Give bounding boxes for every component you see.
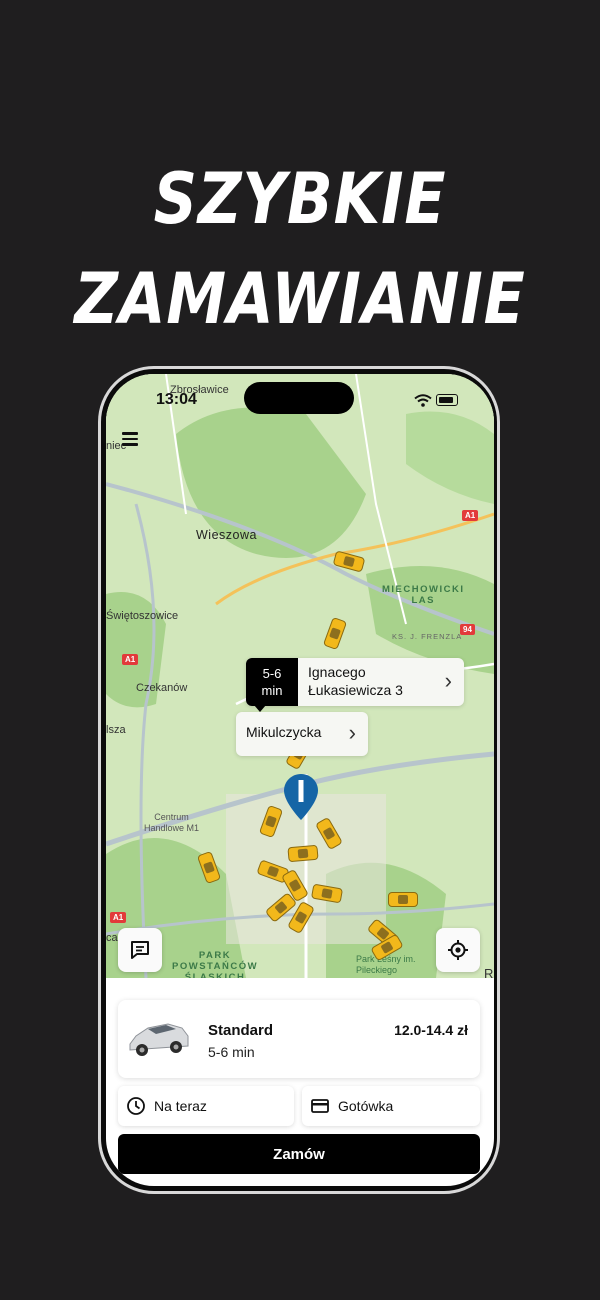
ride-eta: 5-6 min xyxy=(208,1044,255,1060)
payment-option-label: Gotówka xyxy=(338,1098,394,1114)
status-time: 13:04 xyxy=(156,391,197,408)
map-label-ca: ca xyxy=(106,932,118,944)
promo-headline-line1: SZYBKIE xyxy=(153,158,447,240)
promo-headline-line2: ZAMAWIANIE xyxy=(74,258,526,340)
location-pin-icon xyxy=(284,774,318,820)
map-label-park-lesny: Park Leśny im. Pileckiego xyxy=(356,954,416,975)
map-view[interactable]: Zbrosławice niec Wieszowa MIECHOWICKI LA… xyxy=(106,374,494,978)
map-label-centrum: Centrum Handlowe M1 xyxy=(144,812,200,833)
map-label-park: PARK POWSTAŃCÓW ŚLĄSKICH xyxy=(172,950,259,978)
chat-icon xyxy=(131,941,149,959)
map-label-swietoszowice: Świętoszowice xyxy=(106,610,179,622)
crosshair-icon xyxy=(448,940,468,960)
battery-icon xyxy=(436,394,458,407)
map-label-wieszowa: Wieszowa xyxy=(196,528,257,542)
chevron-right-icon: › xyxy=(444,668,452,693)
taxi-icon xyxy=(388,892,418,907)
chevron-right-icon: › xyxy=(348,720,356,745)
clock-icon xyxy=(127,1097,145,1115)
app-screen: Zbrosławice niec Wieszowa MIECHOWICKI LA… xyxy=(106,374,494,1186)
my-location-button[interactable] xyxy=(436,928,480,972)
chat-button[interactable] xyxy=(118,928,162,972)
order-button[interactable]: Zamów xyxy=(118,1134,480,1174)
destination-address: Mikulczycka xyxy=(246,724,322,740)
taxi-icon xyxy=(287,844,319,863)
road-sign-a1: A1 xyxy=(122,654,139,665)
pickup-address: Ignacego Łukasiewicza 3 xyxy=(308,664,403,698)
map-label-czekanow: Czekanów xyxy=(136,682,188,694)
dynamic-island xyxy=(244,382,354,414)
wifi-icon xyxy=(414,391,436,407)
credit-card-icon xyxy=(311,1099,329,1113)
destination-bubble[interactable]: Mikulczycka › xyxy=(236,712,368,756)
ride-name: Standard xyxy=(208,1022,274,1039)
status-icons xyxy=(414,391,458,407)
car-icon xyxy=(129,1023,189,1056)
time-option-label: Na teraz xyxy=(154,1098,207,1114)
hamburger-menu-icon[interactable] xyxy=(122,432,138,446)
road-sign-a1: A1 xyxy=(462,510,479,521)
map-label-r: R xyxy=(484,966,494,978)
time-option-button[interactable]: Na teraz xyxy=(118,1086,294,1126)
ride-price: 12.0-14.4 zł xyxy=(394,1022,468,1038)
map-label-isza: lsza xyxy=(106,724,126,736)
pickup-eta-badge: 5-6 min xyxy=(246,658,298,712)
road-sign-a1: A1 xyxy=(110,912,127,923)
map-label-miechowicki-las: MIECHOWICKI LAS xyxy=(382,584,465,606)
road-sign-94: 94 xyxy=(460,624,475,635)
pickup-bubble[interactable]: 5-6 min Ignacego Łukasiewicza 3 › xyxy=(246,658,464,712)
payment-option-button[interactable]: Gotówka xyxy=(302,1086,480,1126)
map-label-ks-frenzla: KS. J. FRENZLA xyxy=(392,632,463,641)
ride-option-card[interactable]: Standard 5-6 min 12.0-14.4 zł xyxy=(118,1000,480,1078)
